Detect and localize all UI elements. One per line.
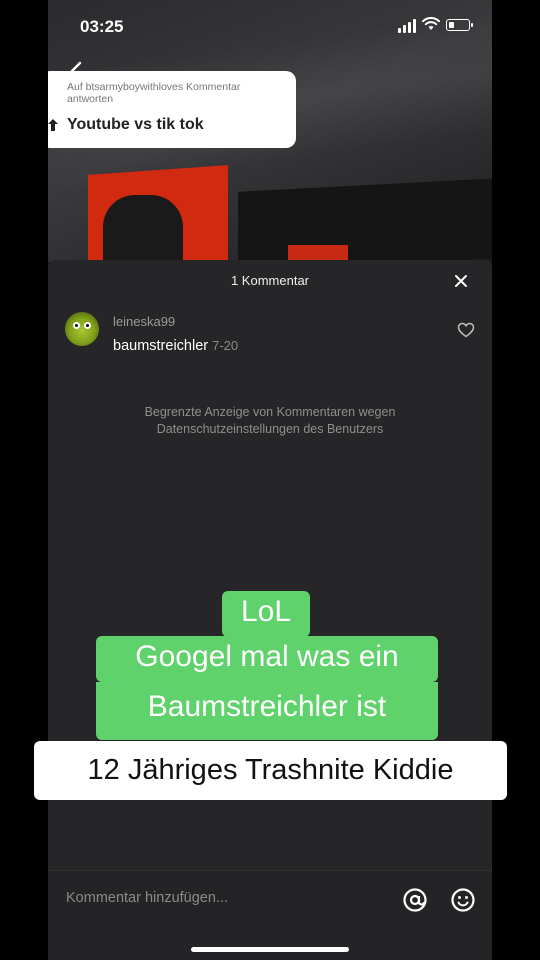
battery-fill	[448, 21, 454, 28]
comment-input[interactable]: Kommentar hinzufügen...	[66, 890, 228, 906]
video-dark-shape	[103, 195, 183, 262]
video-dark-shape-2	[238, 178, 492, 262]
battery-icon	[446, 19, 473, 31]
caption-line-4: 12 Jähriges Trashnite Kiddie	[34, 741, 507, 800]
caption-line-1: LoL	[222, 591, 310, 637]
comment-input-bar: Kommentar hinzufügen...	[48, 870, 492, 960]
sheet-title: 1 Kommentar	[230, 273, 310, 288]
wifi-icon	[422, 17, 440, 30]
status-bar: 03:25	[48, 0, 492, 52]
avatar-eye	[73, 322, 80, 329]
chevron-left-icon[interactable]	[64, 58, 90, 84]
signal-icon	[398, 19, 416, 33]
smiley-icon[interactable]	[450, 887, 476, 913]
avatar[interactable]	[65, 312, 99, 346]
tiktok-icon	[48, 119, 58, 131]
privacy-notice: Begrenzte Anzeige von Kommentaren wegen …	[144, 405, 396, 436]
comment-date: 7-20	[212, 338, 239, 353]
caption-line-2: Googel mal was ein	[96, 636, 438, 682]
avatar-eye	[84, 322, 91, 329]
reply-subtitle: Auf btsarmyboywithloves Kommentar antwor…	[67, 81, 241, 105]
comment-text: baumstreichler 7-20	[113, 338, 238, 354]
heart-icon[interactable]	[457, 321, 475, 339]
status-time: 03:25	[80, 17, 124, 36]
comment-username[interactable]: leineska99	[113, 314, 175, 329]
close-icon[interactable]	[453, 273, 469, 289]
home-indicator[interactable]	[191, 947, 349, 952]
comment-body: baumstreichler	[113, 338, 209, 354]
caption-line-3: Baumstreichler ist	[96, 682, 438, 740]
screen: 03:25 Auf btsarmyboywithloves Kommentar …	[48, 0, 492, 960]
reply-title: Youtube vs tik tok	[67, 116, 204, 133]
at-icon[interactable]	[402, 887, 428, 913]
